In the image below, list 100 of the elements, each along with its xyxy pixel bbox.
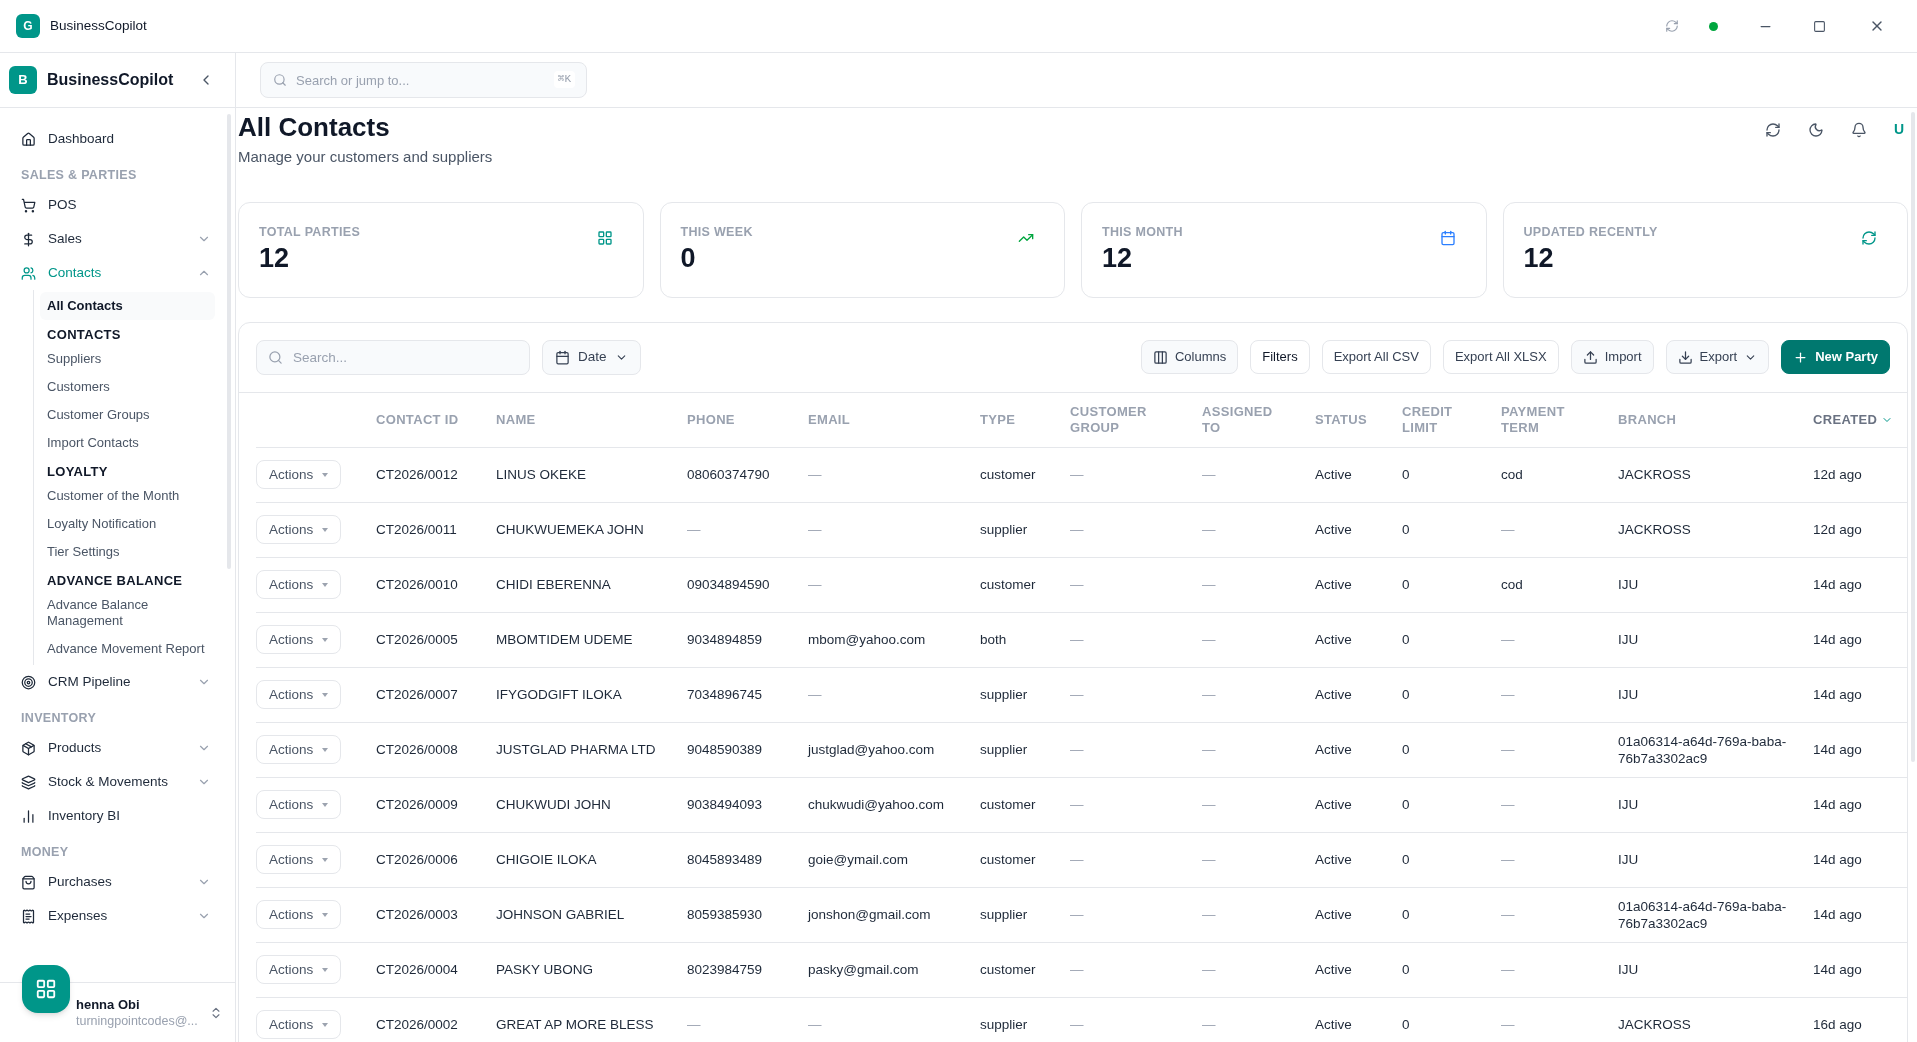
home-icon xyxy=(21,131,36,147)
table-cell: CHIGOIE ILOKA xyxy=(496,852,597,867)
nav-item[interactable]: Sales xyxy=(12,222,215,256)
nav-link[interactable]: All Contacts xyxy=(40,292,215,320)
table-cell: CT2026/0008 xyxy=(376,742,458,757)
table-cell: 0 xyxy=(1402,467,1410,482)
maximize-icon[interactable] xyxy=(1813,19,1826,33)
nav-item[interactable]: Contacts xyxy=(12,256,215,290)
toolbar-button[interactable]: Export All XLSX xyxy=(1442,340,1559,374)
date-filter-button[interactable]: Date xyxy=(542,339,641,375)
nav-item[interactable]: Dashboard xyxy=(12,122,215,156)
table-cell: 0 xyxy=(1402,852,1410,867)
layers-icon xyxy=(21,774,36,790)
window-title: BusinessCopilot xyxy=(50,16,148,35)
table-cell: Active xyxy=(1315,687,1352,702)
users-icon xyxy=(21,265,36,281)
nav-item[interactable]: Stock & Movements xyxy=(12,765,215,799)
actions-button[interactable]: Actions xyxy=(256,460,342,489)
nav-link[interactable]: Tier Settings xyxy=(40,538,215,566)
user-avatar[interactable]: U xyxy=(1893,119,1904,140)
nav-item[interactable]: Purchases xyxy=(12,865,215,899)
section-heading: INVENTORY xyxy=(20,709,98,727)
calendar-icon xyxy=(1439,229,1456,246)
user-name: henna Obi xyxy=(76,996,141,1013)
table-cell: 16d ago xyxy=(1813,1017,1862,1032)
table-cell: 14d ago xyxy=(1813,962,1862,977)
toolbar-button[interactable]: Filters xyxy=(1250,340,1310,374)
columns-icon xyxy=(1152,349,1168,365)
actions-button[interactable]: Actions xyxy=(256,845,342,874)
nav-link[interactable]: Advance Movement Report xyxy=(40,635,215,663)
toolbar-button[interactable]: Import xyxy=(1570,340,1654,374)
page-subtitle: Manage your customers and suppliers xyxy=(238,147,493,167)
shortcut-key: ⌘K xyxy=(553,71,575,88)
table-cell: CT2026/0012 xyxy=(376,467,458,482)
table-cell: mbom@yahoo.com xyxy=(808,632,926,647)
actions-button[interactable]: Actions xyxy=(256,790,342,819)
bell-icon[interactable] xyxy=(1850,121,1867,138)
apps-button[interactable] xyxy=(22,965,70,1013)
table-cell: MBOMTIDEM UDEME xyxy=(496,632,633,647)
table-cell: — xyxy=(1202,522,1216,537)
nav-link[interactable]: Customer of the Month xyxy=(40,482,215,510)
nav-link[interactable]: Suppliers xyxy=(40,345,215,373)
search-field[interactable]: Search... xyxy=(256,339,530,375)
table-cell: IJU xyxy=(1618,687,1639,702)
table-cell: — xyxy=(1501,522,1515,537)
moon-icon[interactable] xyxy=(1807,121,1824,138)
table-cell: JOHNSON GABRIEL xyxy=(496,907,625,922)
actions-button[interactable]: Actions xyxy=(256,570,342,599)
refresh-icon[interactable] xyxy=(1764,121,1781,138)
actions-button[interactable]: Actions xyxy=(256,735,342,764)
table-cell: — xyxy=(1070,1017,1084,1032)
caret-icon xyxy=(322,802,329,807)
table-cell: 0 xyxy=(1402,687,1410,702)
bar-chart-icon xyxy=(21,808,36,824)
table-cell: 12d ago xyxy=(1813,522,1862,537)
table-cell: 14d ago xyxy=(1813,852,1862,867)
toolbar-button[interactable]: Export All CSV xyxy=(1321,340,1431,374)
table-cell: — xyxy=(1070,577,1084,592)
actions-button[interactable]: Actions xyxy=(256,1010,342,1039)
expand-icon[interactable] xyxy=(209,1005,223,1020)
nav-link[interactable]: Import Contacts xyxy=(40,429,215,457)
nav-link[interactable]: Customer Groups xyxy=(40,401,215,429)
table-cell: Active xyxy=(1315,467,1352,482)
nav-link[interactable]: Customers xyxy=(40,373,215,401)
table-cell: 01a06314-a64d-769a-baba-76b7a3302ac9 xyxy=(1618,733,1787,766)
nav-link[interactable]: Advance Balance Management xyxy=(40,591,215,635)
table-cell: 8045893489 xyxy=(687,852,763,867)
brand-logo: B xyxy=(9,66,37,94)
nav-item[interactable]: Products xyxy=(12,731,215,765)
toolbar-button[interactable]: Export xyxy=(1665,340,1770,374)
caret-icon xyxy=(322,1022,329,1027)
table-cell: — xyxy=(808,577,822,592)
sync-icon[interactable] xyxy=(1665,19,1679,33)
table-cell: goie@ymail.com xyxy=(808,852,908,867)
column-header[interactable]: CREATED xyxy=(1813,411,1894,428)
table-cell: supplier xyxy=(980,687,1028,702)
plus-icon xyxy=(1793,349,1809,365)
toolbar-button[interactable]: Columns xyxy=(1140,340,1239,374)
actions-button[interactable]: Actions xyxy=(256,625,342,654)
table-cell: — xyxy=(1501,852,1515,867)
nav-item[interactable]: Expenses xyxy=(12,899,215,933)
table-cell: — xyxy=(1070,687,1084,702)
actions-button[interactable]: Actions xyxy=(256,900,342,929)
table-cell: JUSTGLAD PHARMA LTD xyxy=(496,742,656,757)
stat-label: UPDATED RECENTLY xyxy=(1523,223,1658,241)
nav-item[interactable]: CRM Pipeline xyxy=(12,665,215,699)
toolbar-button[interactable]: New Party xyxy=(1781,340,1890,374)
nav-item[interactable]: POS xyxy=(12,188,215,222)
caret-icon xyxy=(322,582,329,587)
actions-button[interactable]: Actions xyxy=(256,515,342,544)
table-cell: 0 xyxy=(1402,522,1410,537)
table-cell: IJU xyxy=(1618,797,1639,812)
table-cell: — xyxy=(1070,467,1084,482)
table-cell: 0 xyxy=(1402,962,1410,977)
caret-icon xyxy=(322,637,329,642)
nav-link[interactable]: Loyalty Notification xyxy=(40,510,215,538)
nav-item[interactable]: Inventory BI xyxy=(12,799,215,833)
actions-button[interactable]: Actions xyxy=(256,680,342,709)
caret-icon xyxy=(322,912,329,917)
actions-button[interactable]: Actions xyxy=(256,955,342,984)
